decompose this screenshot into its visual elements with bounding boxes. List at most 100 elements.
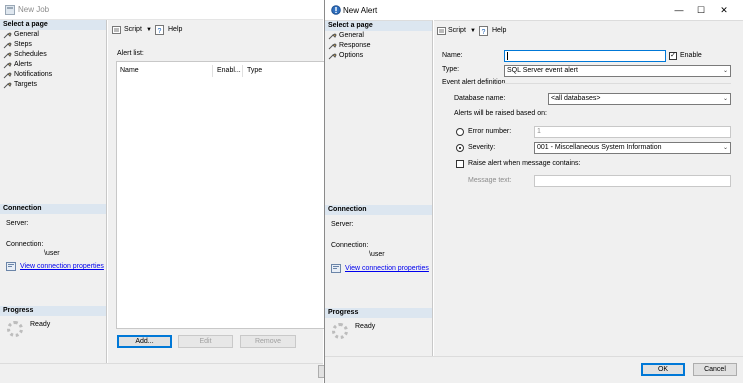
column-header-enabled[interactable]: Enabl... — [217, 66, 241, 76]
maximize-button[interactable]: ☐ — [691, 4, 711, 16]
job-page-alerts[interactable]: Alerts — [0, 60, 106, 70]
alert-script-button[interactable]: Script — [448, 25, 466, 37]
alert-page-general[interactable]: General — [325, 31, 432, 41]
error-number-radio[interactable] — [456, 128, 464, 136]
job-page-notifications[interactable]: Notifications — [0, 70, 106, 80]
job-alert-list[interactable]: Name Enabl... Type — [116, 61, 326, 329]
alerts-raised-label: Alerts will be raised based on: — [454, 110, 547, 117]
page-label: Schedules — [14, 51, 47, 58]
raise-alert-message-checkbox[interactable] — [456, 160, 464, 168]
group-divider — [502, 83, 731, 84]
message-text-label: Message text: — [468, 177, 512, 184]
job-connection-user: \user — [44, 250, 60, 257]
job-progress-status: Ready — [30, 321, 51, 328]
alert-page-options[interactable]: Options — [325, 51, 432, 61]
job-edit-button[interactable]: Edit — [178, 335, 233, 348]
minimize-button[interactable]: — — [669, 4, 689, 16]
job-progress-header: Progress — [0, 306, 106, 316]
job-select-page-header: Select a page — [0, 20, 106, 30]
type-select[interactable]: SQL Server event alert ⌄ — [504, 65, 731, 77]
page-label: General — [339, 32, 364, 39]
alert-connection-header: Connection — [325, 205, 432, 215]
severity-label: Severity: — [468, 144, 496, 151]
job-page-steps[interactable]: Steps — [0, 40, 106, 50]
script-icon — [112, 26, 121, 34]
name-label: Name: — [442, 52, 463, 59]
database-name-label: Database name: — [454, 95, 506, 102]
job-app-icon — [5, 5, 15, 15]
job-alert-list-label: Alert list: — [117, 50, 144, 57]
alert-select-page-header: Select a page — [325, 21, 432, 31]
wrench-icon — [3, 72, 12, 79]
database-name-select[interactable]: <all databases> ⌄ — [548, 93, 731, 105]
chevron-down-icon[interactable]: ▼ — [146, 24, 152, 36]
alert-help-button[interactable]: Help — [492, 25, 506, 37]
wrench-icon — [3, 32, 12, 39]
wrench-icon — [328, 53, 337, 60]
alert-title-bar[interactable]: New Alert — ☐ ✕ — [325, 0, 743, 20]
page-label: Options — [339, 52, 364, 59]
job-script-button[interactable]: Script — [124, 24, 142, 36]
job-page-targets[interactable]: Targets — [0, 80, 106, 90]
name-input[interactable] — [504, 50, 666, 62]
job-page-schedules[interactable]: Schedules — [0, 50, 106, 60]
job-connection-header: Connection — [0, 204, 106, 214]
alert-connection-user: \user — [369, 251, 385, 258]
ok-button[interactable]: OK — [641, 363, 685, 376]
enable-label: Enable — [680, 52, 702, 59]
type-label: Type: — [442, 66, 460, 73]
alert-page-response[interactable]: Response — [325, 41, 432, 51]
database-name-value: <all databases> — [551, 95, 601, 102]
alert-connection-label: Connection: — [331, 242, 369, 249]
wrench-icon — [3, 52, 12, 59]
column-header-name[interactable]: Name — [120, 66, 139, 76]
page-label: Alerts — [14, 61, 32, 68]
wrench-icon — [328, 33, 337, 40]
alert-server-label: Server: — [331, 221, 354, 228]
alert-window-title: New Alert — [343, 6, 378, 15]
wrench-icon — [3, 42, 12, 49]
wrench-icon — [328, 43, 337, 50]
svg-text:?: ? — [158, 28, 162, 35]
alert-app-icon — [331, 5, 341, 15]
error-number-label: Error number: — [468, 128, 512, 135]
severity-select[interactable]: 001 - Miscellaneous System Information ⌄ — [534, 142, 731, 154]
alert-page-list: General Response Options — [325, 31, 432, 61]
job-connection-label: Connection: — [6, 241, 44, 248]
chevron-down-icon[interactable]: ▼ — [470, 25, 476, 37]
column-divider — [242, 65, 243, 77]
script-icon — [437, 27, 446, 35]
chevron-down-icon: ⌄ — [722, 96, 728, 102]
chevron-down-icon: ⌄ — [722, 68, 728, 74]
job-server-label: Server: — [6, 220, 29, 227]
page-label: Steps — [14, 41, 32, 48]
job-help-button[interactable]: Help — [168, 24, 182, 36]
job-page-general[interactable]: General — [0, 30, 106, 40]
job-view-connection-properties-link[interactable]: View connection properties — [20, 263, 104, 270]
page-label: Targets — [14, 81, 37, 88]
enable-checkbox[interactable]: ✓ — [669, 52, 677, 60]
progress-spinner-icon — [7, 321, 23, 337]
error-number-input[interactable]: 1 — [534, 126, 731, 138]
properties-icon — [331, 264, 341, 273]
progress-spinner-icon — [332, 323, 348, 339]
close-button[interactable]: ✕ — [713, 4, 735, 16]
type-select-value: SQL Server event alert — [507, 67, 578, 74]
column-divider — [212, 65, 213, 77]
cancel-button[interactable]: Cancel — [693, 363, 737, 376]
alert-progress-status: Ready — [355, 323, 376, 330]
event-alert-definition-label: Event alert definition — [442, 79, 506, 86]
alert-view-connection-properties-link[interactable]: View connection properties — [345, 265, 429, 272]
job-remove-button[interactable]: Remove — [240, 335, 296, 348]
wrench-icon — [3, 82, 12, 89]
column-header-type[interactable]: Type — [247, 66, 262, 76]
job-page-list: General Steps Schedules Alerts Notificat… — [0, 30, 106, 90]
job-title-bar[interactable]: New Job — [0, 0, 323, 20]
severity-radio[interactable] — [456, 144, 464, 152]
job-toolbar: Script ▼ ? Help — [108, 20, 323, 40]
message-text-input[interactable] — [534, 175, 731, 187]
raise-alert-message-label: Raise alert when message contains: — [468, 160, 581, 167]
alert-toolbar: Script ▼ ? Help — [434, 20, 743, 40]
job-add-button[interactable]: Add... — [117, 335, 172, 348]
job-left-panel: Select a page General Steps Schedules Al… — [0, 20, 107, 363]
